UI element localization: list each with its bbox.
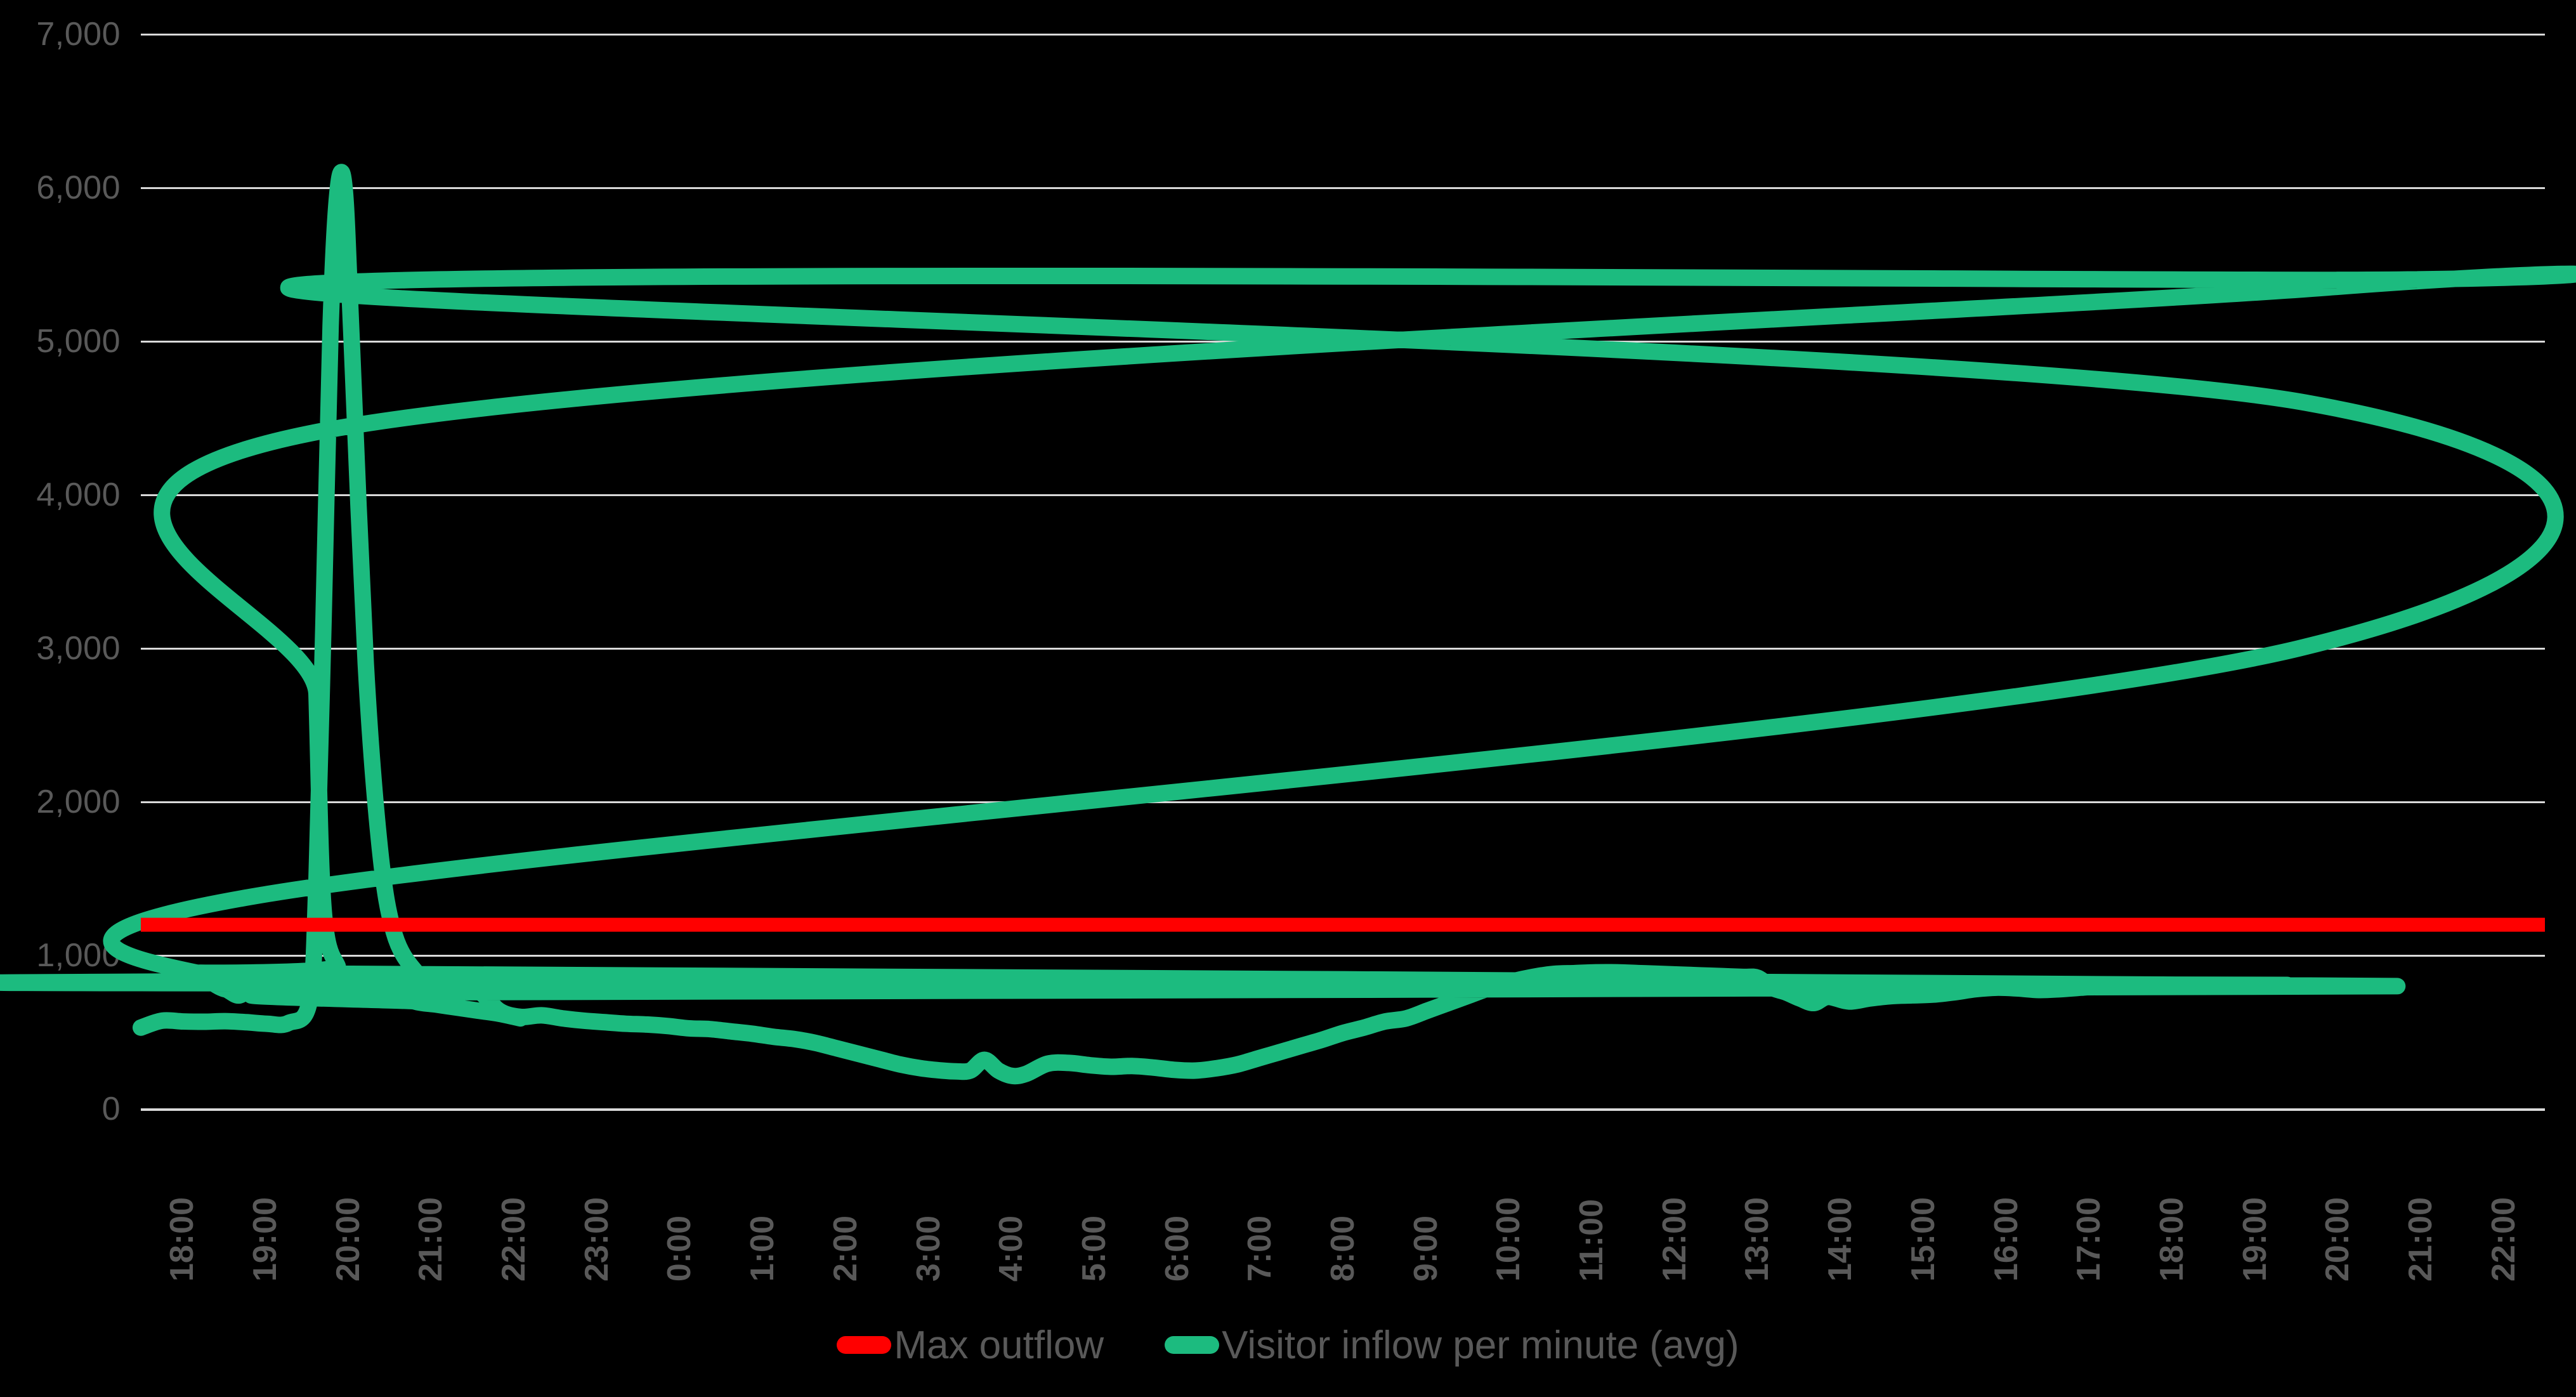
x-tick: 6:00 xyxy=(1135,1123,1219,1282)
x-tick-label: 18:00 xyxy=(2153,1197,2190,1282)
legend-item[interactable]: Visitor inflow per minute (avg) xyxy=(1165,1323,1739,1368)
x-tick: 11:00 xyxy=(1550,1123,1633,1282)
x-tick-label: 20:00 xyxy=(329,1197,367,1282)
legend-swatch-icon xyxy=(837,1336,892,1354)
x-tick-label: 14:00 xyxy=(1822,1197,1859,1282)
x-tick: 14:00 xyxy=(1799,1123,1882,1282)
x-tick: 21:00 xyxy=(2379,1123,2462,1282)
legend-item[interactable]: Max outflow xyxy=(837,1323,1104,1368)
x-tick: 7:00 xyxy=(1219,1123,1302,1282)
y-tick-label: 0 xyxy=(101,1091,121,1127)
x-tick: 0:00 xyxy=(638,1123,721,1282)
y-tick-label: 7,000 xyxy=(36,16,121,53)
x-tick-label: 15:00 xyxy=(1904,1197,1942,1282)
x-tick: 8:00 xyxy=(1302,1123,1385,1282)
legend-label: Visitor inflow per minute (avg) xyxy=(1222,1323,1739,1367)
x-tick-label: 18:00 xyxy=(164,1197,201,1282)
x-tick: 19:00 xyxy=(224,1123,307,1282)
series-layer xyxy=(0,164,2576,1085)
x-tick: 5:00 xyxy=(1053,1123,1136,1282)
y-tick-label: 5,000 xyxy=(36,323,121,360)
x-tick: 22:00 xyxy=(473,1123,556,1282)
x-tick-label: 12:00 xyxy=(1656,1197,1693,1282)
x-tick-label: 4:00 xyxy=(993,1215,1030,1282)
x-tick-label: 11:00 xyxy=(1573,1198,1611,1282)
x-tick-label: 19:00 xyxy=(247,1197,284,1282)
x-tick-label: 16:00 xyxy=(1987,1197,2025,1282)
visitor-inflow-line xyxy=(0,164,2576,1085)
y-tick-label: 4,000 xyxy=(36,476,121,513)
x-tick: 20:00 xyxy=(2296,1123,2379,1282)
x-tick: 2:00 xyxy=(804,1123,887,1282)
x-tick-label: 1:00 xyxy=(744,1215,781,1282)
legend-swatch-icon xyxy=(1165,1336,1220,1354)
x-tick: 23:00 xyxy=(555,1123,638,1282)
x-tick-label: 9:00 xyxy=(1407,1215,1444,1282)
x-tick: 17:00 xyxy=(2048,1123,2131,1282)
x-tick: 1:00 xyxy=(721,1123,804,1282)
x-tick: 4:00 xyxy=(970,1123,1053,1282)
x-tick-label: 5:00 xyxy=(1075,1215,1113,1282)
chart-legend: Max outflow Visitor inflow per minute (av… xyxy=(0,1307,2576,1383)
x-tick: 20:00 xyxy=(306,1123,389,1282)
y-axis: 7,000 6,000 5,000 4,000 3,000 2,000 1,000 0 xyxy=(0,0,141,1143)
x-tick-label: 20:00 xyxy=(2319,1197,2357,1282)
x-tick: 15:00 xyxy=(1881,1123,1965,1282)
x-tick-label: 21:00 xyxy=(412,1197,450,1282)
legend-label: Max outflow xyxy=(894,1323,1104,1367)
x-tick: 22:00 xyxy=(2462,1123,2545,1282)
x-tick: 12:00 xyxy=(1633,1123,1716,1282)
x-tick: 13:00 xyxy=(1716,1123,1799,1282)
chart-root: 7,000 6,000 5,000 4,000 3,000 2,000 1,000 0 18:… xyxy=(0,0,2576,1397)
x-tick: 3:00 xyxy=(887,1123,970,1282)
x-tick: 10:00 xyxy=(1467,1123,1550,1282)
x-tick-label: 17:00 xyxy=(2070,1197,2108,1282)
x-tick-label: 7:00 xyxy=(1241,1215,1279,1282)
x-tick-label: 19:00 xyxy=(2236,1197,2273,1282)
x-tick: 21:00 xyxy=(389,1123,473,1282)
x-tick-label: 13:00 xyxy=(1739,1197,1776,1282)
x-tick: 9:00 xyxy=(1384,1123,1467,1282)
x-tick-label: 21:00 xyxy=(2402,1197,2439,1282)
y-tick-label: 2,000 xyxy=(36,784,121,820)
x-tick: 19:00 xyxy=(2213,1123,2296,1282)
x-tick: 18:00 xyxy=(2131,1123,2214,1282)
x-tick-label: 22:00 xyxy=(2485,1197,2522,1282)
x-tick: 16:00 xyxy=(1965,1123,2048,1282)
x-tick-label: 0:00 xyxy=(661,1215,698,1282)
x-tick-label: 6:00 xyxy=(1158,1215,1196,1282)
x-tick-label: 2:00 xyxy=(827,1215,864,1282)
x-tick-label: 10:00 xyxy=(1490,1197,1527,1282)
x-tick-label: 22:00 xyxy=(495,1197,533,1282)
y-tick-label: 3,000 xyxy=(36,630,121,667)
x-tick-label: 3:00 xyxy=(910,1215,947,1282)
x-tick: 18:00 xyxy=(141,1123,224,1282)
x-tick-label: 23:00 xyxy=(578,1197,615,1282)
x-tick-label: 8:00 xyxy=(1324,1215,1361,1282)
plot-area xyxy=(0,34,2576,1111)
y-tick-label: 6,000 xyxy=(36,169,121,206)
x-axis: 18:00 19:00 20:00 21:00 22:00 23:00 0:00 1:00 2:… xyxy=(141,1117,2545,1282)
